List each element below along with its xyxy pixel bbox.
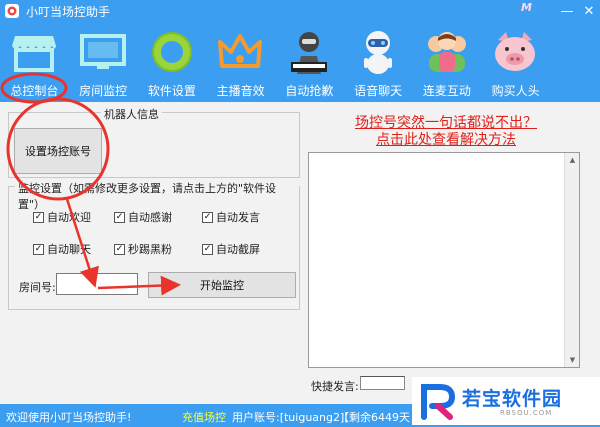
group-chat-icon	[427, 32, 466, 72]
checkbox-label: 秒踢黑粉	[128, 243, 172, 256]
status-remaining: 【剩余6449天	[338, 411, 410, 424]
toolbar-label: 主播音效	[216, 84, 265, 98]
checkbox-box[interactable]: ✓	[33, 211, 44, 223]
settings-ring-icon	[151, 32, 192, 72]
checkbox-auto-welcome[interactable]: ✓ 自动欢迎	[33, 209, 91, 225]
toolbar-label: 房间监控	[79, 84, 128, 98]
checkbox-auto-thanks[interactable]: ✓ 自动感谢	[114, 209, 172, 225]
app-logo-icon	[5, 4, 19, 18]
checkbox-auto-chat[interactable]: ✓ 自动聊天	[33, 241, 91, 257]
checkbox-kick-troll[interactable]: ✓ 秒踢黑粉	[114, 241, 172, 257]
checkbox-label: 自动截屏	[216, 243, 260, 256]
toolbar-item-settings[interactable]: 软件设置	[138, 22, 207, 102]
voice-robot-icon	[363, 31, 392, 74]
checkbox-auto-speak[interactable]: ✓ 自动发言	[202, 209, 260, 225]
toolbar-item-auto-grab[interactable]: 自动抢歉	[275, 22, 344, 102]
checkbox-box[interactable]: ✓	[33, 243, 44, 255]
pig-icon	[495, 32, 536, 71]
watermark-url: RBSOU.COM	[500, 409, 553, 417]
checkbox-box[interactable]: ✓	[114, 211, 125, 223]
checkbox-auto-screenshot[interactable]: ✓ 自动截屏	[202, 241, 260, 257]
checkbox-box[interactable]: ✓	[202, 211, 213, 223]
monitor-icon	[79, 34, 126, 69]
quick-speech-input[interactable]	[360, 376, 405, 390]
toolbar-label: 购买人头	[491, 84, 540, 98]
minimize-button[interactable]: —	[556, 0, 578, 22]
toolbar-item-host-sound[interactable]: 主播音效	[206, 22, 275, 102]
window-title: 小叮当场控助手	[26, 4, 111, 19]
room-number-label: 房间号:	[19, 281, 56, 294]
toolbar-item-voice-chat[interactable]: 语音聊天	[344, 22, 413, 102]
checkbox-label: 自动发言	[216, 211, 260, 224]
checkbox-label: 自动感谢	[128, 211, 172, 224]
set-account-button[interactable]: 设置场控账号	[14, 128, 102, 174]
scroll-up-icon[interactable]: ▲	[565, 153, 580, 167]
monitor-settings-legend: 监控设置（如需修改更多设置，请点击上方的"软件设置"）	[15, 180, 299, 212]
toolbar-label: 连麦互动	[422, 84, 471, 98]
room-number-input[interactable]	[56, 273, 138, 295]
checkbox-box[interactable]: ✓	[202, 243, 213, 255]
watermark: 若宝软件园 RBSOU.COM	[412, 377, 600, 425]
status-welcome: 欢迎使用小叮当场控助手!	[6, 411, 132, 424]
start-monitor-button[interactable]: 开始监控	[148, 272, 296, 298]
checkbox-box[interactable]: ✓	[114, 243, 125, 255]
toolbar-label: 自动抢歉	[285, 84, 334, 98]
close-button[interactable]: ✕	[578, 0, 600, 22]
toolbar-label: 软件设置	[147, 84, 196, 98]
robot-icon	[291, 32, 327, 74]
checkbox-label: 自动欢迎	[47, 211, 91, 224]
quick-speech-label: 快捷发言:	[311, 380, 359, 393]
robot-info-legend: 机器人信息	[101, 106, 162, 122]
toolbar-item-co-host[interactable]: 连麦互动	[413, 22, 482, 102]
brand-mark: M	[521, 1, 532, 14]
recharge-link[interactable]: 充值场控	[182, 409, 226, 425]
checkbox-label: 自动聊天	[47, 243, 91, 256]
scroll-down-icon[interactable]: ▼	[565, 353, 580, 367]
title-bar: 小叮当场控助手 M — ✕	[0, 0, 600, 22]
toolbar-item-buy-audience[interactable]: 购买人头	[481, 22, 550, 102]
status-account: 用户账号:[tuiguang2]	[232, 411, 345, 424]
notice-line-2[interactable]: 点击此处查看解决方法	[330, 129, 562, 149]
vertical-scrollbar[interactable]: ▲ ▼	[564, 153, 579, 367]
toolbar-item-console[interactable]: 总控制台	[0, 22, 69, 102]
toolbar-label: 语音聊天	[354, 84, 403, 98]
store-icon	[12, 36, 56, 72]
log-textarea[interactable]: ▲ ▼	[308, 152, 580, 368]
main-toolbar: 总控制台 房间监控 软件设置 主播音效 自动抢歉 语音聊天 连麦互动 购买人头	[0, 22, 600, 102]
toolbar-item-room-monitor[interactable]: 房间监控	[69, 22, 138, 102]
crown-icon	[218, 34, 263, 68]
watermark-logo-icon	[421, 384, 456, 420]
toolbar-label: 总控制台	[10, 84, 59, 98]
watermark-text: 若宝软件园	[462, 388, 563, 410]
